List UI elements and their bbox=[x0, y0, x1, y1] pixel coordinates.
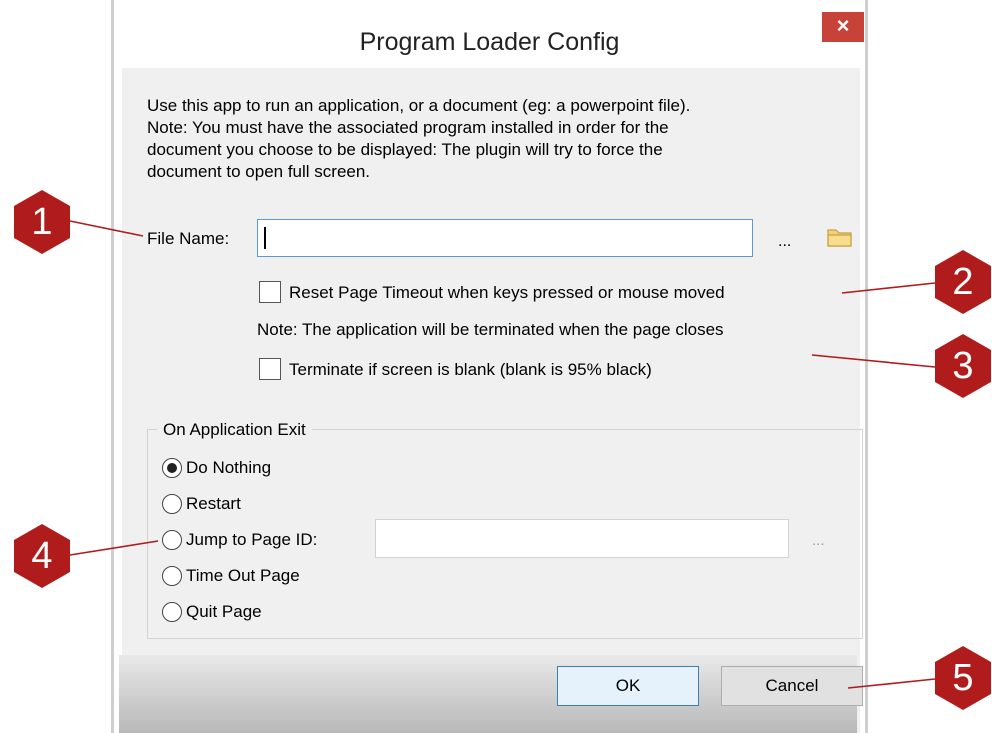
callout-line-3 bbox=[811, 354, 936, 368]
callout-number-4: 4 bbox=[31, 535, 53, 577]
callout-number-5: 5 bbox=[952, 657, 974, 699]
callout-number-3: 3 bbox=[952, 345, 974, 387]
callout-number-1: 1 bbox=[31, 201, 53, 243]
callout-number-2: 2 bbox=[952, 261, 974, 303]
callout-line-2 bbox=[841, 282, 936, 294]
callout-lines bbox=[69, 220, 936, 689]
callout-line-1 bbox=[69, 220, 144, 237]
callout-line-5 bbox=[847, 678, 936, 689]
callout-line-4 bbox=[69, 540, 159, 556]
